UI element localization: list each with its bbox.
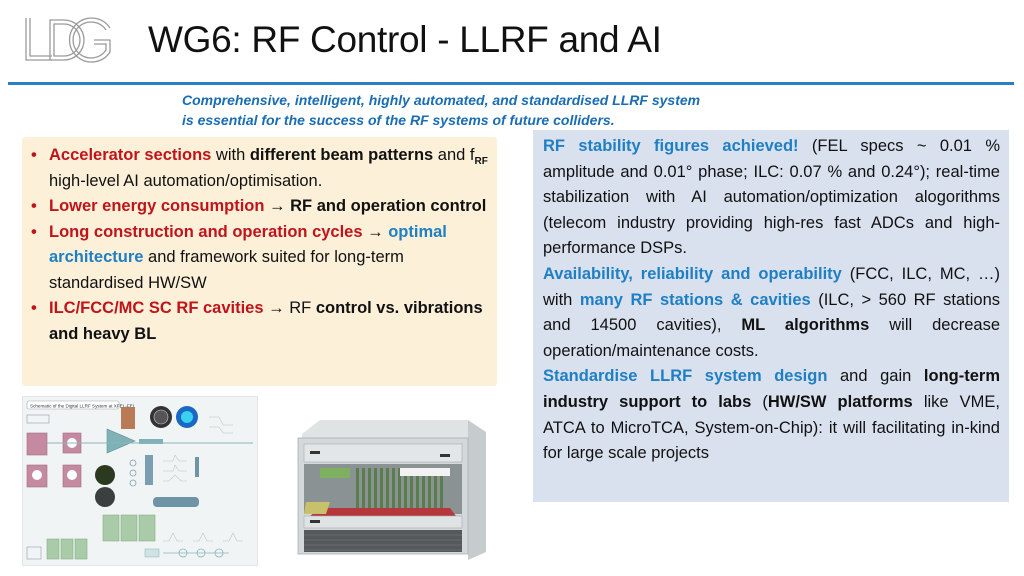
schematic-caption: Schematic of the Digital LLRF System at … (30, 404, 136, 409)
subscript: RF (474, 156, 488, 167)
bullet-icon: • (31, 299, 37, 317)
text: and f (433, 146, 475, 164)
microtca-crate-image (297, 420, 486, 560)
list-item: • Lower energy consumption → RF and oper… (30, 194, 489, 220)
paragraph-standardise: Standardise LLRF system design and gain … (543, 364, 1000, 466)
arrow-icon: → (362, 222, 389, 241)
text: and gain (827, 367, 924, 386)
highlight-red: ILC/FCC/MC SC RF cavities (49, 299, 264, 317)
schematic-diagram: Schematic of the Digital LLRF System at … (23, 397, 257, 565)
bullet-icon: • (31, 197, 37, 215)
paragraph-availability: Availability, reliability and operabilit… (543, 262, 1000, 364)
achievements-box: RF stability figures achieved! (FEL spec… (533, 130, 1009, 502)
text: ( (751, 392, 768, 411)
highlight-blue: RF stability figures achieved! (543, 137, 799, 155)
list-item: • Accelerator sections with different be… (30, 143, 489, 194)
llrf-schematic-image: Schematic of the Digital LLRF System at … (22, 396, 258, 566)
title-divider (8, 82, 1014, 85)
text: (FEL specs ~ 0.01 % amplitude and 0.01° … (543, 137, 1000, 258)
highlight-blue: Availability, reliability and operabilit… (543, 264, 842, 283)
text-bold: HW/SW platforms (767, 392, 913, 411)
list-item: • Long construction and operation cycles… (30, 220, 489, 297)
highlight-red: Long construction and operation cycles (49, 222, 363, 241)
text-bold: ML algorithms (741, 316, 870, 335)
paragraph-rf-stability: RF stability figures achieved! (FEL spec… (543, 134, 1000, 262)
challenges-box: • Accelerator sections with different be… (22, 137, 497, 386)
subtitle-line-1: Comprehensive, intelligent, highly autom… (182, 92, 701, 108)
text-bold: different beam patterns (249, 146, 434, 164)
text: with (211, 146, 250, 164)
text: RF (289, 299, 316, 317)
page-title: WG6: RF Control - LLRF and AI (148, 19, 662, 60)
highlight-blue: many RF stations & cavities (579, 290, 811, 309)
subtitle-line-2: is essential for the success of the RF s… (182, 112, 615, 128)
arrow-icon: → (264, 197, 291, 215)
bullet-icon: • (31, 146, 37, 164)
subtitle: Comprehensive, intelligent, highly autom… (182, 90, 822, 130)
challenges-list: • Accelerator sections with different be… (30, 143, 489, 347)
text: high-level AI automation/optimisation. (49, 171, 323, 190)
highlight-red: Lower energy consumption (49, 197, 265, 215)
arrow-icon: → (263, 299, 290, 317)
highlight-blue: Standardise LLRF system design (543, 367, 828, 386)
ldg-logo (25, 17, 111, 63)
highlight-red: Accelerator sections (49, 146, 212, 164)
text-bold: RF and operation control (290, 197, 487, 215)
list-item: • ILC/FCC/MC SC RF cavities → RF control… (30, 296, 489, 347)
bullet-icon: • (31, 222, 37, 241)
